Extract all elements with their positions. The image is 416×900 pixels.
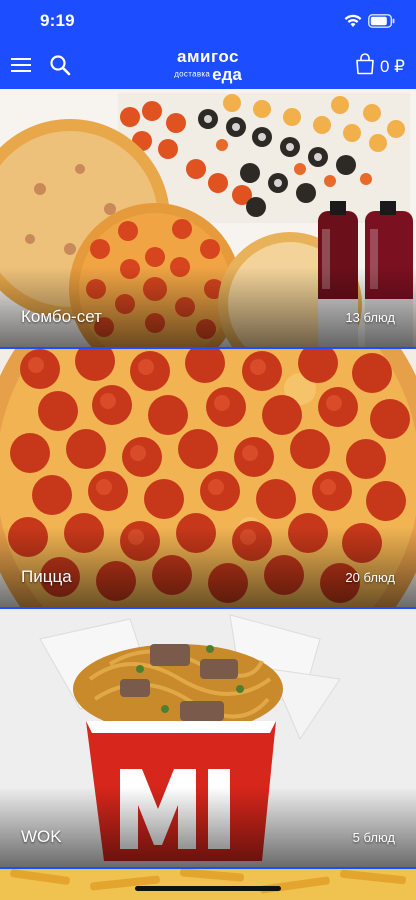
category-card-partial[interactable]: [0, 869, 416, 900]
logo-line-2: доставка: [174, 69, 211, 79]
home-indicator[interactable]: [135, 886, 281, 891]
category-count: 13 блюд: [345, 310, 395, 325]
menu-icon[interactable]: [10, 54, 32, 76]
nav-bar: амигос доставка еда 0 ₽: [0, 44, 416, 89]
category-card-combo[interactable]: Комбо-сет 13 блюд: [0, 89, 416, 347]
status-time: 9:19: [40, 11, 75, 30]
category-name: WOK: [21, 827, 62, 846]
category-name: Пицца: [21, 567, 72, 586]
status-bar: 9:19: [0, 0, 416, 44]
category-count: 20 блюд: [345, 570, 395, 585]
category-count: 5 блюд: [352, 830, 395, 845]
app-header: 9:19 амигос доставка еда 0 ₽: [0, 0, 416, 89]
battery-icon: [368, 14, 395, 28]
category-name: Комбо-сет: [21, 307, 102, 326]
brand-logo[interactable]: амигос доставка еда: [160, 48, 256, 84]
category-card-wok[interactable]: WOK 5 блюд: [0, 609, 416, 867]
fries-photo: [0, 869, 416, 900]
shopping-bag-icon[interactable]: [355, 53, 375, 75]
wifi-icon: [344, 14, 362, 27]
cart-total[interactable]: 0 ₽: [380, 57, 405, 77]
logo-line-3: еда: [212, 65, 242, 84]
logo-line-1: амигос: [177, 47, 239, 66]
search-icon[interactable]: [49, 54, 71, 76]
category-card-pizza[interactable]: Пицца 20 блюд: [0, 349, 416, 607]
